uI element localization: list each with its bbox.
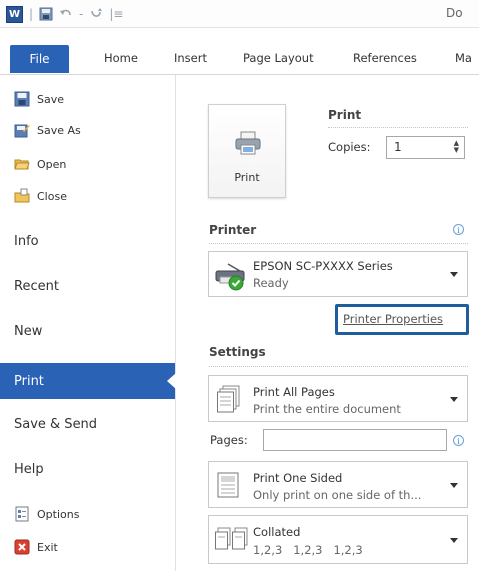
ribbon-tabs: File Home Insert Page Layout References … [0,44,479,75]
copies-value: 1 [394,140,402,154]
divider [209,366,468,367]
open-folder-icon [14,159,30,170]
collated-icon [215,527,248,550]
exit-icon [14,539,30,555]
chevron-down-icon [450,537,458,543]
save-icon [14,91,30,107]
tab-references[interactable]: References [353,51,417,65]
print-button[interactable]: Print [208,104,286,198]
printer-properties-link[interactable]: Printer Properties [343,312,443,326]
print-range-title: Print All Pages [253,385,335,399]
tab-file[interactable]: File [10,45,69,73]
close-label: Close [37,189,67,203]
save-command[interactable]: Save [14,91,64,107]
info-icon[interactable]: i [453,435,464,446]
divider [328,127,468,128]
close-command[interactable]: Close [14,188,67,204]
options-icon [15,506,29,522]
one-sided-icon [217,472,239,498]
close-folder-icon [14,188,30,203]
print-sides-title: Print One Sided [253,471,343,485]
copies-spinbox[interactable]: 1 ▲ ▼ [386,136,465,159]
tab-page-layout[interactable]: Page Layout [243,51,314,65]
save-as-icon [14,124,30,138]
tab-mailings[interactable]: Ma [455,51,472,65]
printer-ready-icon [215,263,245,291]
open-command[interactable]: Open [14,156,66,172]
nav-item-new[interactable]: New [0,313,175,349]
open-label: Open [37,157,67,171]
nav-item-print[interactable]: Print [0,363,176,399]
collate-dropdown[interactable]: Collated 1,2,3 1,2,3 1,2,3 [208,515,468,564]
quick-access-toolbar: W | - |≡ [6,5,124,23]
printer-heading: Printer [209,223,257,237]
printer-dropdown[interactable]: EPSON SC-PXXXX Series Ready [208,251,468,297]
undo-dropdown-icon[interactable]: - [79,6,83,22]
nav-item-recent[interactable]: Recent [0,268,175,304]
nav-item-help[interactable]: Help [0,451,175,487]
nav-item-info[interactable]: Info [0,223,175,259]
collate-subtitle: 1,2,3 1,2,3 1,2,3 [253,543,363,557]
nav-item-save-send[interactable]: Save & Send [0,406,175,442]
tab-home[interactable]: Home [104,51,138,65]
copies-label: Copies: [328,140,371,154]
backstage-nav: Save Save As Open Close Info Recent New … [0,75,176,571]
word-app-icon[interactable]: W [6,5,23,23]
info-icon[interactable]: i [453,224,464,235]
separator: | [29,7,34,21]
customize-toolbar-icon[interactable]: |≡ [109,6,123,22]
printer-status: Ready [253,276,289,290]
print-sides-subtitle: Only print on one side of th... [253,488,422,502]
all-pages-icon [217,385,240,413]
exit-command[interactable]: Exit [14,539,58,555]
print-range-subtitle: Print the entire document [253,402,401,416]
printer-icon [235,131,261,155]
pages-label: Pages: [210,433,248,447]
save-as-command[interactable]: Save As [14,122,81,138]
print-sides-dropdown[interactable]: Print One Sided Only print on one side o… [208,461,468,508]
collate-title: Collated [253,525,301,539]
print-range-dropdown[interactable]: Print All Pages Print the entire documen… [208,375,468,422]
undo-icon[interactable] [59,7,73,21]
settings-heading: Settings [209,345,266,359]
save-label: Save [37,92,65,106]
exit-label: Exit [37,540,58,554]
redo-icon[interactable] [89,7,103,21]
chevron-down-icon [450,396,458,402]
spinner-arrows-icon[interactable]: ▲ ▼ [454,140,459,154]
pages-input[interactable] [263,429,447,451]
chevron-down-icon [450,482,458,488]
document-title: Do [446,6,463,20]
print-heading: Print [328,108,362,122]
chevron-down-icon [450,272,458,277]
options-label: Options [37,507,80,521]
divider [209,243,468,244]
title-bar: W | - |≡ Do [0,0,479,28]
save-as-label: Save As [37,123,81,137]
tab-insert[interactable]: Insert [174,51,207,65]
options-command[interactable]: Options [14,506,79,522]
save-icon[interactable] [39,7,53,21]
print-button-label: Print [234,171,260,184]
printer-name: EPSON SC-PXXXX Series [253,259,393,273]
